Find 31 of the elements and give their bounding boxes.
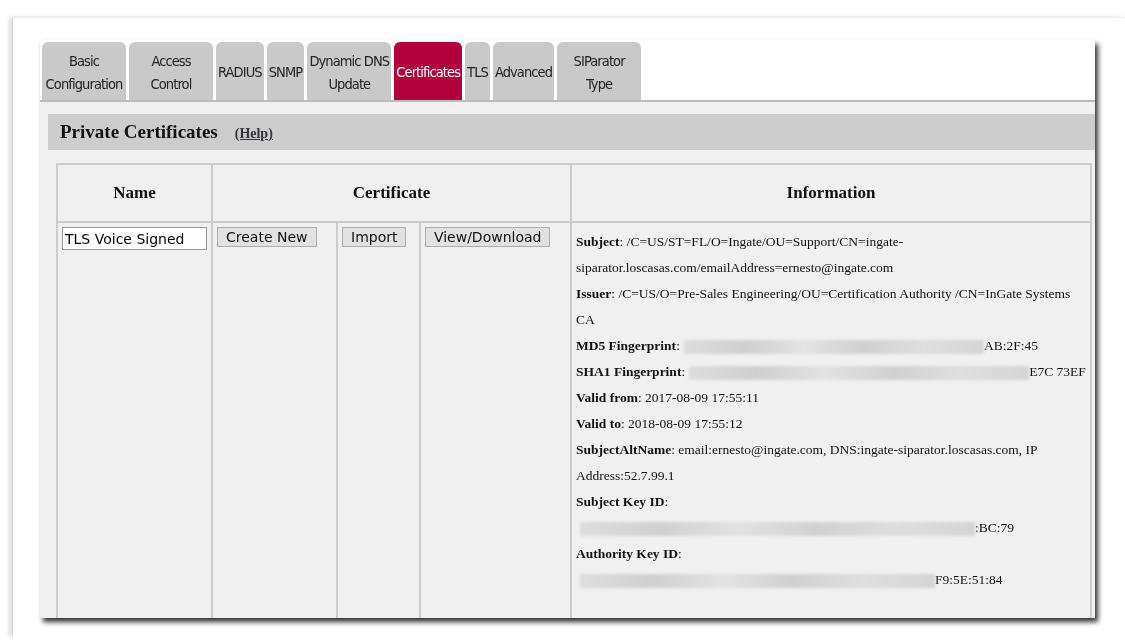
info-text: Subject: /C=US/ST=FL/O=Ingate/OU=Support/CN=ingate-siparator.loscasas.com/emailAddress=ernesto@ingate.com: [576, 234, 904, 275]
info-text: SubjectAltName: email:ernesto@ingate.com, DNS:ingate-siparator.loscasas.com, IP Address:52.7.99.1: [576, 442, 1038, 483]
action-button[interactable]: Import: [342, 227, 407, 247]
tab[interactable]: Advanced: [492, 42, 555, 100]
tab[interactable]: SNMP: [266, 42, 305, 100]
tab[interactable]: RADIUS: [216, 42, 264, 100]
info-label: SHA1 Fingerprint:: [576, 364, 686, 379]
tab[interactable]: TLS: [465, 42, 490, 100]
info-value: F9:5E:51:84: [935, 572, 1003, 587]
tab[interactable]: SIParator Type: [557, 42, 642, 100]
column-header: Certificate: [213, 165, 570, 221]
help-link[interactable]: (Help): [234, 125, 273, 142]
section-title: Private Certificates: [60, 121, 218, 143]
tab[interactable]: Access Control: [129, 42, 213, 100]
info-text: Valid from: 2017-08-09 17:55:11: [576, 390, 759, 405]
tab[interactable]: Dynamic DNS Update: [307, 42, 392, 100]
info-value: AB:2F:45: [983, 338, 1038, 353]
info-label: Subject Key ID:: [576, 494, 669, 509]
info-value: E7C 73EF: [1029, 364, 1086, 379]
action-button[interactable]: View/Download: [424, 227, 551, 247]
info-text: Issuer: /C=US/O=Pre-Sales Engineering/OU=Certification Authority /CN=InGate Systems CA: [576, 286, 1071, 327]
info-label: MD5 Fingerprint:: [576, 338, 680, 353]
name-field[interactable]: TLS Voice Signed: [62, 227, 207, 250]
info-label: Authority Key ID:: [576, 546, 682, 561]
tab[interactable]: Certificates: [394, 42, 463, 100]
column-header: Name: [58, 165, 211, 221]
info-text: Valid to: 2018-08-09 17:55:12: [576, 416, 743, 431]
info-value: :BC:79: [975, 520, 1014, 535]
column-header: Information: [572, 165, 1090, 221]
action-button[interactable]: Create New: [217, 227, 317, 247]
tab[interactable]: Basic Configuration: [42, 42, 126, 100]
